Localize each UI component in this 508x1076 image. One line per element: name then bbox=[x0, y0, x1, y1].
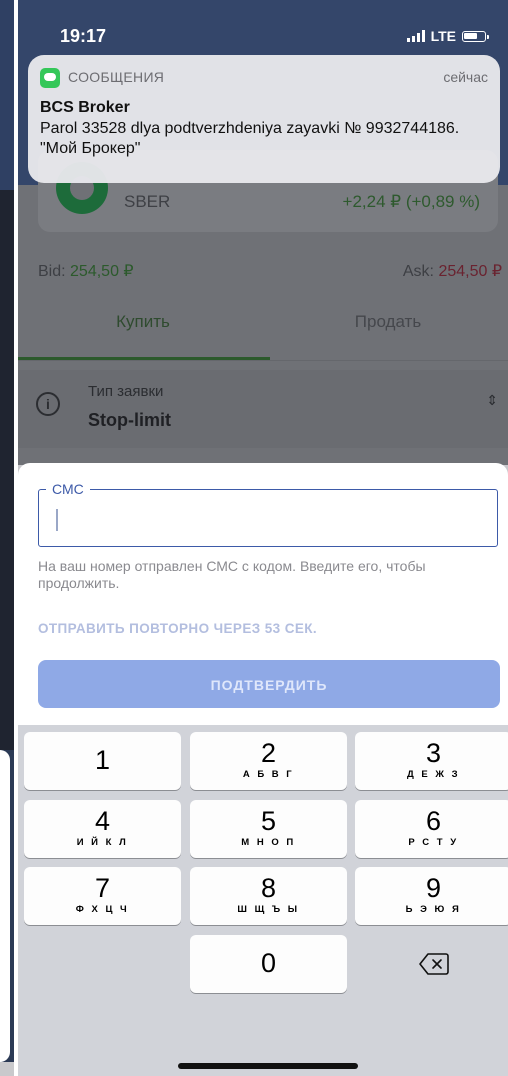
backspace-icon bbox=[418, 953, 449, 975]
ask-value: 254,50 ₽ bbox=[438, 263, 502, 280]
key-digit: 8 bbox=[260, 873, 277, 903]
network-label: LTE bbox=[430, 28, 456, 44]
bid-value: 254,50 ₽ bbox=[70, 263, 134, 280]
key-digit: 5 bbox=[260, 806, 277, 836]
numeric-keypad: 1 2 А Б В Г 3 Д Е Ж З 4 И Й К Л 5 М Н О … bbox=[18, 725, 508, 1076]
confirm-button[interactable]: ПОДТВЕРДИТЬ bbox=[38, 660, 500, 708]
key-letters: Ш Щ Ъ Ы bbox=[237, 904, 300, 915]
key-2[interactable]: 2 А Б В Г bbox=[190, 732, 347, 790]
messages-app-icon bbox=[40, 68, 60, 88]
ask-quote: Ask: 254,50 ₽ bbox=[403, 261, 502, 281]
sms-field-label: СМС bbox=[46, 481, 90, 497]
status-indicators: LTE bbox=[406, 28, 489, 44]
order-type-value: Stop-limit bbox=[88, 410, 171, 430]
key-digit: 6 bbox=[425, 806, 442, 836]
divider bbox=[18, 360, 508, 361]
phone-screen: 19:17 LTE SBER +2,24 ₽ (+0,89 %) Bid: 25… bbox=[18, 0, 508, 1076]
sms-code-input[interactable] bbox=[62, 505, 486, 537]
notification-message: Parol 33528 dlya podtverzhdeniya zayavki… bbox=[40, 120, 460, 157]
key-5[interactable]: 5 М Н О П bbox=[190, 800, 347, 858]
ticker-name: SBER bbox=[124, 192, 171, 211]
key-digit: 1 bbox=[94, 745, 111, 775]
sms-hint-text: На ваш номер отправлен СМС с кодом. Введ… bbox=[38, 558, 426, 591]
key-letters: М Н О П bbox=[241, 837, 296, 848]
key-3[interactable]: 3 Д Е Ж З bbox=[355, 732, 508, 790]
key-9[interactable]: 9 Ь Э Ю Я bbox=[355, 867, 508, 925]
notification-time: сейчас bbox=[443, 69, 488, 85]
sms-confirmation-sheet: СМС На ваш номер отправлен СМС с кодом. … bbox=[18, 463, 508, 725]
key-letters: И Й К Л bbox=[76, 837, 129, 848]
delete-key[interactable] bbox=[355, 935, 508, 993]
signal-icon bbox=[406, 30, 425, 42]
key-digit: 4 bbox=[94, 806, 111, 836]
key-letters: Д Е Ж З bbox=[406, 769, 461, 780]
key-letters: Ф Х Ц Ч bbox=[75, 904, 130, 915]
notification-sender: BCS Broker bbox=[40, 99, 130, 116]
text-cursor bbox=[56, 509, 58, 531]
key-6[interactable]: 6 Р С Т У bbox=[355, 800, 508, 858]
key-letters: Р С Т У bbox=[408, 837, 459, 848]
bid-label: Bid: bbox=[38, 263, 66, 280]
background-screen-edge bbox=[0, 0, 14, 1076]
key-digit: 2 bbox=[260, 738, 277, 768]
key-digit: 3 bbox=[425, 738, 442, 768]
key-letters: Ь Э Ю Я bbox=[405, 904, 462, 915]
key-digit: 7 bbox=[94, 873, 111, 903]
key-digit: 0 bbox=[260, 948, 277, 978]
key-letters: А Б В Г bbox=[242, 769, 295, 780]
order-type-selector[interactable] bbox=[18, 370, 508, 448]
chevron-updown-icon: ⇕ bbox=[486, 392, 498, 408]
notification-app-name: СООБЩЕНИЯ bbox=[68, 69, 165, 85]
status-bar: 19:17 LTE bbox=[18, 0, 508, 50]
key-4[interactable]: 4 И Й К Л bbox=[24, 800, 181, 858]
key-7[interactable]: 7 Ф Х Ц Ч bbox=[24, 867, 181, 925]
status-time: 19:17 bbox=[60, 26, 107, 46]
battery-icon bbox=[462, 30, 489, 42]
home-indicator[interactable] bbox=[178, 1063, 358, 1069]
key-8[interactable]: 8 Ш Щ Ъ Ы bbox=[190, 867, 347, 925]
key-0[interactable]: 0 bbox=[190, 935, 347, 993]
ask-label: Ask: bbox=[402, 263, 434, 280]
ticker-change: +2,24 ₽ (+0,89 %) bbox=[342, 192, 480, 211]
key-1[interactable]: 1 bbox=[24, 732, 181, 790]
order-type-label: Тип заявки bbox=[88, 383, 164, 400]
info-icon[interactable]: i bbox=[36, 392, 60, 416]
resend-code-link[interactable]: ОТПРАВИТЬ ПОВТОРНО ЧЕРЕЗ 53 СЕК. bbox=[38, 621, 317, 636]
key-digit: 9 bbox=[425, 873, 442, 903]
tab-sell[interactable]: Продать bbox=[268, 312, 508, 332]
sms-notification-banner[interactable]: СООБЩЕНИЯ сейчас BCS Broker Parol 33528 … bbox=[28, 55, 500, 183]
tab-buy[interactable]: Купить bbox=[18, 312, 268, 332]
bid-quote: Bid: 254,50 ₽ bbox=[38, 261, 134, 281]
